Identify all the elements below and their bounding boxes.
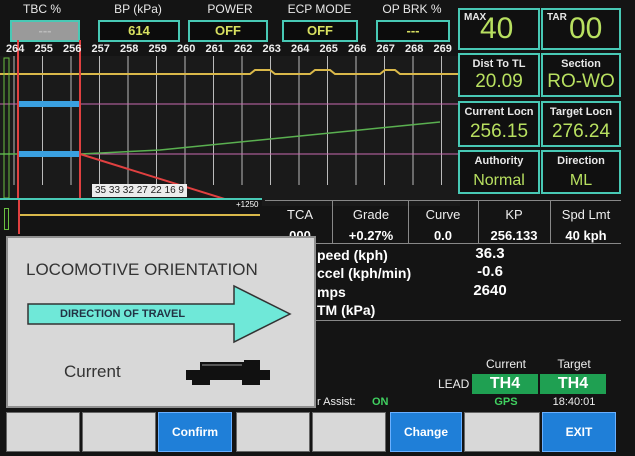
km-tick-label: 262 — [234, 43, 253, 55]
assist-label: r Assist: — [317, 396, 356, 408]
accel-label: ccel (kph/min) — [317, 265, 412, 281]
current-header: Current — [485, 357, 526, 371]
amps-label: mps — [317, 284, 346, 300]
grade-header: Grade — [352, 207, 390, 222]
softkey-4[interactable] — [236, 412, 310, 452]
section-label: Section — [561, 58, 601, 70]
tar-label: TAR — [547, 12, 567, 23]
grade-value: +0.27% — [348, 228, 394, 243]
current-lead-value: TH4 — [472, 374, 538, 394]
ecp-mode-label: ECP MODE — [287, 2, 352, 16]
km-tick-label: 261 — [205, 43, 224, 55]
km-tick-label: 265 — [319, 43, 338, 55]
km-tick-label: 256 — [63, 43, 82, 55]
km-tick-label: 260 — [177, 43, 196, 55]
km-tick-label: 257 — [91, 43, 110, 55]
tar-value: 00 — [569, 12, 603, 45]
arrow-text: DIRECTION OF TRAVEL — [60, 308, 186, 320]
softkey-1[interactable] — [6, 412, 80, 452]
kp-header: KP — [505, 207, 523, 222]
power-value: OFF — [188, 20, 268, 42]
exit-button[interactable]: EXIT — [542, 412, 616, 452]
km-tick-label: 264 — [6, 43, 25, 55]
tar-panel: TAR 00 — [541, 8, 621, 50]
km-tick-label: 269 — [433, 43, 452, 55]
section-panel: Section RO-WO — [541, 53, 621, 97]
km-tick-label: 255 — [34, 43, 53, 55]
max-panel: MAX 40 — [458, 8, 540, 50]
curve-value: 0.0 — [433, 228, 453, 243]
km-tick-label: 267 — [376, 43, 395, 55]
authority-label: Authority — [474, 155, 524, 167]
km-tick-label: 259 — [148, 43, 167, 55]
speed-label: peed (kph) — [317, 247, 388, 263]
dist-to-tl-label: Dist To TL — [472, 58, 526, 70]
current-locn-panel: Current Locn 256.15 — [458, 101, 540, 147]
direction-value: ML — [569, 172, 593, 189]
km-tick-label: 268 — [405, 43, 424, 55]
dist-to-tl-panel: Dist To TL 20.09 — [458, 53, 540, 97]
authority-panel: Authority Normal — [458, 150, 540, 194]
softkey-7[interactable] — [464, 412, 540, 452]
lead-label: LEAD — [438, 377, 470, 391]
op-brk-label: OP BRK % — [382, 2, 442, 16]
curve-header: Curve — [425, 207, 461, 222]
km-tick-label: 266 — [348, 43, 367, 55]
target-locn-panel: Target Locn 276.24 — [541, 101, 621, 147]
tbc-label: TBC % — [22, 2, 61, 16]
km-tick-label: 258 — [120, 43, 139, 55]
kp-value: 256.133 — [490, 228, 538, 243]
softkey-2[interactable] — [82, 412, 156, 452]
tm-label: TM (kPa) — [317, 302, 376, 318]
direction-panel: Direction ML — [541, 150, 621, 194]
track-marker: +1250 — [236, 200, 259, 209]
km-tick-label: 264 — [291, 43, 310, 55]
assist-value: ON — [372, 396, 389, 408]
spd-lmt-value: 40 kph — [565, 228, 607, 243]
locomotive-icon — [186, 360, 270, 385]
current-locn-label: Current Locn — [464, 106, 534, 118]
track-chart — [0, 40, 460, 210]
softkey-5[interactable] — [312, 412, 386, 452]
lead-time: 18:40:01 — [552, 396, 596, 408]
change-button[interactable]: Change — [390, 412, 462, 452]
spd-lmt-header: Spd Lmt — [561, 207, 611, 222]
accel-value: -0.6 — [477, 263, 503, 280]
current-locn-value: 256.15 — [469, 121, 529, 142]
op-brk-value: --- — [376, 20, 450, 42]
ecp-mode-value: OFF — [282, 20, 358, 42]
bp-label: BP (kPa) — [114, 2, 162, 16]
direction-label: Direction — [557, 155, 605, 167]
target-locn-value: 276.24 — [551, 121, 611, 142]
confirm-button[interactable]: Confirm — [158, 412, 232, 452]
speed-value: 36.3 — [475, 245, 505, 262]
target-lead-value: TH4 — [540, 374, 606, 394]
section-value: RO-WO — [547, 71, 615, 92]
max-value: 40 — [480, 12, 514, 45]
max-label: MAX — [464, 12, 487, 23]
current-label: Current — [64, 362, 121, 381]
authority-value: Normal — [473, 172, 525, 189]
tbc-value: --- — [10, 20, 80, 42]
km-tick-label: 263 — [262, 43, 281, 55]
amps-value: 2640 — [473, 282, 507, 299]
track-strip: +1250 — [0, 198, 262, 234]
locomotive-orientation-dialog: LOCOMOTIVE ORIENTATION DIRECTION OF TRAV… — [6, 236, 316, 408]
consist-numbers: 35 33 32 27 22 16 9 — [92, 184, 187, 197]
bp-value: 614 — [98, 20, 180, 42]
target-header: Target — [557, 357, 591, 371]
dialog-title: LOCOMOTIVE ORIENTATION — [26, 260, 258, 279]
dist-to-tl-value: 20.09 — [475, 71, 523, 92]
power-label: POWER — [207, 2, 253, 16]
target-locn-label: Target Locn — [549, 106, 613, 118]
tca-header: TCA — [287, 207, 313, 222]
gps-label: GPS — [494, 396, 518, 408]
